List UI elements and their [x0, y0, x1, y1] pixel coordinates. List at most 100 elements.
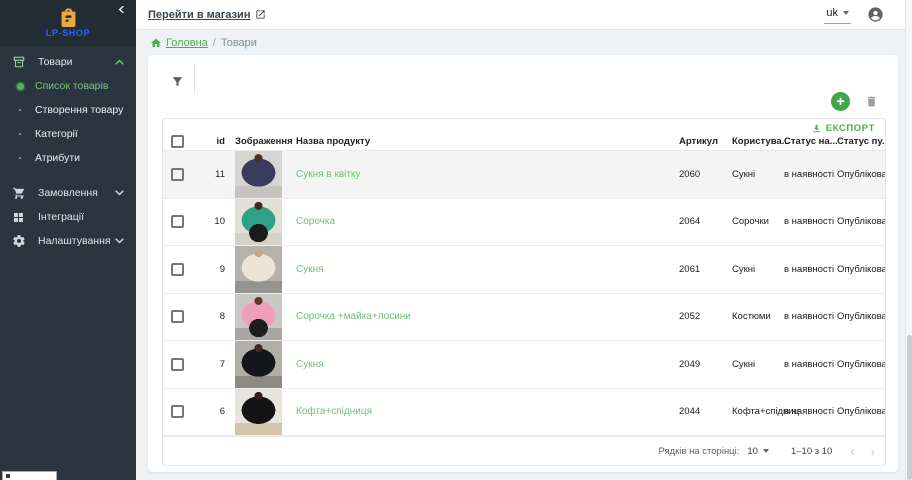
product-thumb[interactable]: [235, 294, 282, 341]
product-name-link[interactable]: Сукня: [296, 264, 324, 275]
table-row: 6 Кофта+спідниця 2044 Кофта+спідниц в на…: [163, 389, 885, 437]
download-icon: [811, 123, 822, 134]
table-row: 10 Сорочка 2064 Сорочки в наявності Опуб…: [163, 199, 885, 247]
cell-category: Сукні: [732, 359, 784, 370]
external-link-icon: [255, 9, 266, 20]
product-thumb[interactable]: [235, 151, 282, 198]
product-thumb[interactable]: [235, 341, 282, 388]
table-row: 7 Сукня 2049 Сукні в наявності Опубліков…: [163, 341, 885, 389]
go-to-store-link[interactable]: Перейти в магазин: [148, 9, 266, 21]
cell-id: 10: [201, 216, 235, 227]
sidebar-subitem-label: Атрибути: [35, 152, 80, 164]
sidebar-subitem-label: Створення товару: [35, 104, 123, 116]
account-icon[interactable]: [867, 6, 884, 23]
row-checkbox[interactable]: [171, 405, 184, 418]
cell-id: 9: [201, 264, 235, 275]
sidebar-item-create-product[interactable]: Створення товару: [0, 98, 136, 122]
select-all-checkbox[interactable]: [171, 135, 184, 148]
cell-id: 6: [201, 406, 235, 417]
add-product-button[interactable]: +: [831, 92, 850, 111]
bullet-icon: [16, 157, 24, 160]
language-value: uk: [826, 7, 838, 19]
sidebar-item-label: Налаштування: [38, 235, 111, 247]
row-checkbox[interactable]: [171, 215, 184, 228]
filter-funnel-icon: [171, 75, 184, 88]
header-sku: Артикул: [679, 136, 732, 147]
sidebar-nav: Товари Список товарів Створення товару К…: [0, 46, 136, 253]
header-name: Назва продукту: [296, 136, 679, 147]
product-name-link[interactable]: Сорочка: [296, 216, 335, 227]
sidebar-item-label: Інтеграції: [38, 211, 84, 223]
cell-publish-status: Опубліковано: [837, 311, 885, 322]
table-footer: Рядків на сторінці: 10 1–10 з 10 ‹ ›: [163, 436, 885, 465]
header-publish-status: Статус пу...: [837, 136, 885, 147]
product-name-link[interactable]: Сукня: [296, 359, 324, 370]
header-category: Користува...: [732, 136, 784, 147]
bullet-icon: [16, 109, 24, 112]
cell-category: Костюми: [732, 311, 784, 322]
sidebar-item-orders[interactable]: Замовлення: [0, 181, 136, 205]
sidebar-header: LP-SHOP: [0, 0, 136, 46]
export-button[interactable]: ЕКСПОРТ: [811, 123, 875, 133]
chevron-up-icon: [115, 59, 124, 65]
next-page-button[interactable]: ›: [871, 445, 875, 458]
sidebar-item-attributes[interactable]: Атрибути: [0, 146, 136, 170]
sidebar-item-categories[interactable]: Категорії: [0, 122, 136, 146]
trash-icon: [865, 94, 878, 109]
cell-stock-status: в наявності: [784, 406, 837, 417]
row-checkbox[interactable]: [171, 358, 184, 371]
cell-stock-status: в наявності: [784, 169, 837, 180]
bullet-icon: [16, 133, 24, 136]
prev-page-button[interactable]: ‹: [850, 445, 854, 458]
sidebar-subitem-label: Категорії: [35, 128, 78, 140]
browser-status-popup: [2, 471, 57, 480]
cell-stock-status: в наявності: [784, 216, 837, 227]
chevron-down-icon: [115, 190, 124, 196]
sidebar-item-settings[interactable]: Налаштування: [0, 229, 136, 253]
cell-sku: 2064: [679, 216, 732, 227]
table-row: 9 Сукня 2061 Сукні в наявності Опубліков…: [163, 246, 885, 294]
product-thumb[interactable]: [235, 199, 282, 246]
language-select[interactable]: uk: [824, 6, 851, 24]
row-checkbox[interactable]: [171, 263, 184, 276]
cell-sku: 2044: [679, 406, 732, 417]
table-actions: +: [831, 92, 878, 111]
product-name-link[interactable]: Кофта+спідниця: [296, 406, 372, 417]
sidebar-item-products[interactable]: Товари: [0, 49, 136, 74]
sidebar-item-integrations[interactable]: Інтеграції: [0, 205, 136, 229]
product-thumb[interactable]: [235, 246, 282, 293]
cell-sku: 2061: [679, 264, 732, 275]
rows-per-page-select[interactable]: 10: [747, 446, 769, 457]
delete-button[interactable]: [865, 94, 878, 109]
scrollbar-thumb[interactable]: [907, 335, 912, 480]
cell-category: Сорочки: [732, 216, 784, 227]
content-card: + ЕКСПОРТ id Зображення Назва продукту А…: [148, 55, 898, 472]
cell-id: 8: [201, 311, 235, 322]
scrollbar-track[interactable]: [905, 0, 912, 480]
cell-category: Сукні: [732, 264, 784, 275]
product-thumb[interactable]: [235, 389, 282, 436]
go-to-store-label: Перейти в магазин: [148, 9, 250, 21]
cell-category: Кофта+спідниц: [732, 406, 784, 417]
sidebar: LP-SHOP Товари Список товарів Створення …: [0, 0, 136, 480]
products-box-icon: [12, 55, 27, 69]
rows-per-page-value: 10: [747, 446, 758, 457]
cell-publish-status: Опубліковано: [837, 169, 885, 180]
rows-per-page-label: Рядків на сторінці:: [658, 446, 739, 457]
product-name-link[interactable]: Сорочка +майка+лосини: [296, 311, 411, 322]
grid-icon: [12, 211, 27, 224]
row-checkbox[interactable]: [171, 310, 184, 323]
filter-button[interactable]: [162, 66, 192, 96]
radio-selected-icon: [16, 83, 24, 90]
row-checkbox[interactable]: [171, 168, 184, 181]
export-label: ЕКСПОРТ: [826, 123, 875, 134]
sidebar-collapse-icon[interactable]: [117, 5, 126, 14]
table-row: 11 Сукня в квітку 2060 Сукні в наявності…: [163, 151, 885, 199]
product-name-link[interactable]: Сукня в квітку: [296, 169, 360, 180]
cell-sku: 2052: [679, 311, 732, 322]
cart-icon: [12, 186, 27, 200]
breadcrumb-home-link[interactable]: Головна: [150, 37, 208, 49]
cell-stock-status: в наявності: [784, 359, 837, 370]
breadcrumb-home-label: Головна: [166, 37, 208, 49]
sidebar-item-product-list[interactable]: Список товарів: [0, 74, 136, 98]
